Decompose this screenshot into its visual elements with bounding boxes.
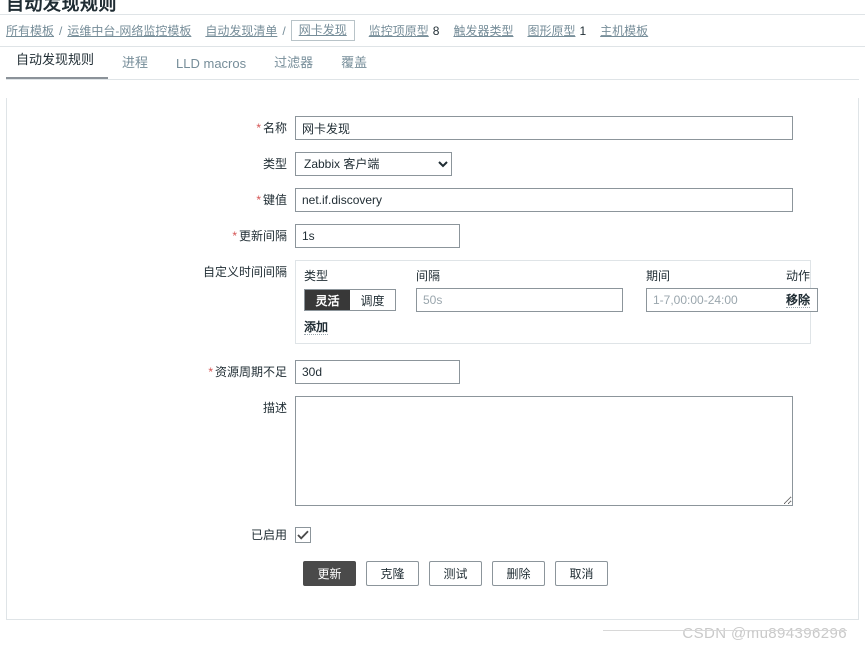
breadcrumb-separator-2: /	[282, 23, 286, 38]
custom-intervals-header-interval: 间隔	[416, 269, 441, 283]
add-interval-link[interactable]: 添加	[304, 320, 329, 335]
interval-type-option-flexible[interactable]: 灵活	[305, 290, 350, 310]
tab-bar: 自动发现规则 进程 LLD macros 过滤器 覆盖	[0, 47, 865, 80]
label-type: 类型	[7, 152, 295, 176]
field-type: Zabbix 客户端	[295, 152, 858, 176]
type-select[interactable]: Zabbix 客户端	[295, 152, 452, 176]
breadcrumb-count-graph-prototypes: 1	[579, 23, 587, 38]
checkmark-icon	[297, 530, 309, 540]
interval-type-option-scheduling[interactable]: 调度	[350, 290, 395, 310]
custom-intervals-add-wrap: 添加	[304, 320, 802, 335]
tab-filters[interactable]: 过滤器	[260, 52, 327, 80]
watermark-text: CSDN @mu894396296	[682, 625, 847, 642]
custom-intervals-type-toggle: 灵活 调度	[304, 289, 416, 311]
watermark: CSDN @mu894396296	[603, 625, 847, 642]
discovery-rule-form-panel: *名称 类型 Zabbix 客户端 *键值	[6, 98, 859, 620]
label-custom-intervals: 自定义时间间隔	[7, 260, 295, 284]
required-marker-lifetime: *	[208, 365, 213, 379]
field-lifetime	[295, 360, 858, 384]
field-name	[295, 116, 858, 140]
lifetime-input[interactable]	[295, 360, 460, 384]
page-title-container: 自动发现规则	[0, 0, 865, 14]
label-description-text: 描述	[262, 401, 287, 415]
custom-interval-input[interactable]	[416, 288, 623, 312]
description-textarea[interactable]	[295, 396, 793, 506]
required-marker-update-interval: *	[232, 229, 237, 243]
form-row-description: 描述	[7, 396, 858, 509]
custom-intervals-header-row: 类型 间隔 期间 动作	[304, 267, 810, 288]
breadcrumb-item-graph-prototypes[interactable]: 图形原型	[527, 22, 575, 39]
clone-button[interactable]: 克隆	[366, 561, 419, 586]
label-name-text: 名称	[262, 121, 287, 135]
label-update-interval-text: 更新间隔	[238, 229, 287, 243]
label-update-interval: * 更新间隔	[7, 224, 295, 248]
label-description: 描述	[7, 396, 295, 420]
breadcrumb: 所有模板 / 运维中台-网络监控模板 自动发现清单 / 网卡发现 监控项原型 8…	[0, 14, 865, 47]
breadcrumb-item-current-rule[interactable]: 网卡发现	[290, 20, 355, 41]
tab-preprocessing[interactable]: 进程	[108, 52, 162, 80]
form-row-key: * 键值	[7, 188, 858, 212]
tab-underline	[6, 79, 859, 80]
enabled-checkbox[interactable]	[295, 527, 311, 543]
field-enabled	[295, 523, 858, 543]
tab-discovery-rule[interactable]: 自动发现规则	[6, 49, 109, 80]
interval-type-segmented-control: 灵活 调度	[304, 289, 396, 311]
form-row-update-interval: * 更新间隔	[7, 224, 858, 248]
form-row-lifetime: * 资源周期不足	[7, 360, 858, 384]
breadcrumb-count-item-prototypes: 8	[432, 23, 440, 38]
label-name: * 名称	[7, 116, 295, 140]
form-row-type: 类型 Zabbix 客户端	[7, 152, 858, 176]
cancel-button[interactable]: 取消	[555, 561, 608, 586]
field-update-interval	[295, 224, 858, 248]
breadcrumb-item-current-rule-label: 网卡发现	[298, 23, 347, 37]
test-button[interactable]: 测试	[429, 561, 482, 586]
label-lifetime-text: 资源周期不足	[214, 365, 287, 379]
breadcrumb-item-host-prototypes[interactable]: 主机模板	[600, 22, 648, 39]
update-interval-input[interactable]	[295, 224, 460, 248]
watermark-line	[603, 630, 847, 631]
custom-intervals-header-type: 类型	[304, 269, 329, 283]
label-custom-intervals-text: 自定义时间间隔	[202, 265, 287, 279]
custom-intervals-interval-cell	[416, 288, 646, 312]
update-button[interactable]: 更新	[303, 561, 356, 586]
breadcrumb-separator: /	[59, 23, 63, 38]
breadcrumb-item-all-templates[interactable]: 所有模板	[6, 22, 54, 39]
field-description	[295, 396, 858, 509]
name-input[interactable]	[295, 116, 793, 140]
field-custom-intervals: 类型 间隔 期间 动作 灵活 调度 50s 1-7,00:00-24:00 移除…	[295, 260, 858, 344]
tab-lld-macros[interactable]: LLD macros	[162, 56, 260, 80]
custom-intervals-header-period: 期间	[646, 269, 671, 283]
field-key	[295, 188, 858, 212]
custom-intervals-row: 灵活 调度 移除	[304, 288, 818, 312]
custom-intervals-table: 类型 间隔 期间 动作 灵活 调度 50s 1-7,00:00-24:00 移除…	[295, 260, 818, 344]
custom-intervals-period-cell	[646, 288, 818, 312]
required-marker-name: *	[256, 121, 261, 135]
label-enabled-text: 已启用	[250, 528, 287, 542]
form-action-buttons: 更新 克隆 测试 删除 取消	[7, 561, 858, 586]
tab-overrides[interactable]: 覆盖	[327, 52, 381, 80]
page-title: 自动发现规则	[6, 0, 117, 14]
discovery-rule-form: *名称 类型 Zabbix 客户端 *键值	[7, 98, 858, 586]
remove-interval-link[interactable]: 移除	[786, 293, 811, 308]
custom-intervals-header-action: 动作	[786, 269, 811, 283]
form-row-custom-intervals: 自定义时间间隔 类型 间隔 期间 动作 灵活 调度 50s 1-7,00:00-…	[7, 260, 858, 344]
form-row-enabled: 已启用	[7, 523, 858, 547]
label-enabled: 已启用	[7, 523, 295, 547]
label-key-text: 键值	[262, 193, 287, 207]
form-row-name: * 名称	[7, 116, 858, 140]
custom-intervals-action-cell: 移除	[786, 293, 824, 308]
key-input[interactable]	[295, 188, 793, 212]
breadcrumb-item-discovery-list[interactable]: 自动发现清单	[205, 22, 277, 39]
required-marker-key: *	[256, 193, 261, 207]
delete-button[interactable]: 删除	[492, 561, 545, 586]
label-key: * 键值	[7, 188, 295, 212]
breadcrumb-item-trigger-prototypes[interactable]: 触发器类型	[453, 22, 513, 39]
label-lifetime: * 资源周期不足	[7, 360, 295, 384]
breadcrumb-item-item-prototypes[interactable]: 监控项原型	[369, 22, 429, 39]
breadcrumb-item-template-name[interactable]: 运维中台-网络监控模板	[67, 22, 191, 39]
label-type-text: 类型	[262, 157, 287, 171]
